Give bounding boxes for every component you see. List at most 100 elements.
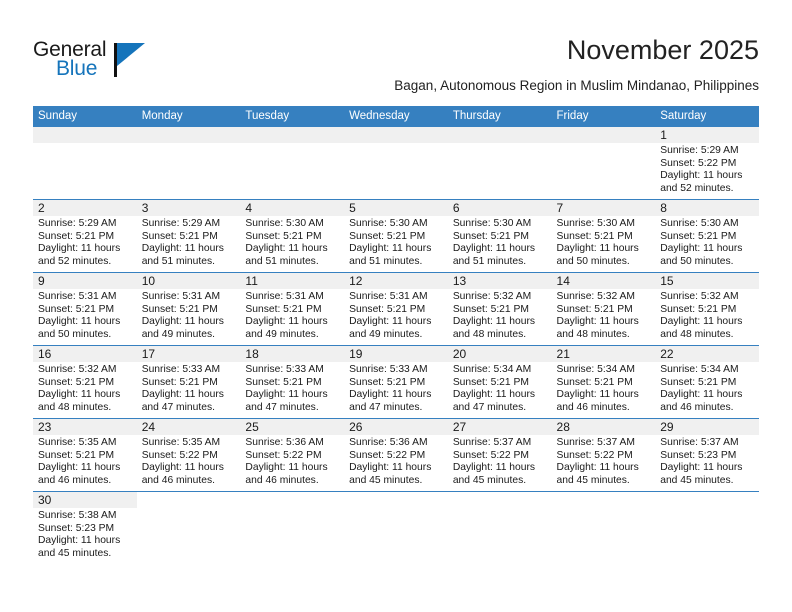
day-number <box>240 492 345 508</box>
calendar-day-cell[interactable]: 10 Sunrise: 5:31 AM Sunset: 5:21 PM Dayligh… <box>136 272 241 346</box>
daylight-text-cont: and 47 minutes. <box>245 401 319 413</box>
calendar-day-cell[interactable]: 3 Sunrise: 5:29 AM Sunset: 5:21 PM Daylight… <box>136 199 241 273</box>
sunrise-text: Sunrise: 5:32 AM <box>38 364 117 375</box>
calendar-day-cell[interactable]: 16 Sunrise: 5:32 AM Sunset: 5:21 PM Dayligh… <box>33 345 137 419</box>
sunrise-text: Sunrise: 5:30 AM <box>660 218 739 229</box>
calendar-day-cell[interactable]: 30 Sunrise: 5:38 AM Sunset: 5:23 PM Dayligh… <box>33 491 137 564</box>
calendar-day-cell[interactable]: 23 Sunrise: 5:35 AM Sunset: 5:21 PM Dayligh… <box>33 418 137 492</box>
sunset-text: Sunset: 5:21 PM <box>141 303 218 315</box>
sunset-text: Sunset: 5:21 PM <box>452 303 529 315</box>
daylight-text-cont: and 48 minutes. <box>556 328 630 340</box>
sunset-text: Sunset: 5:22 PM <box>556 449 633 461</box>
day-sun-info: Sunrise: 5:30 AM Sunset: 5:21 PM Daylight:… <box>344 216 448 268</box>
daylight-text: Daylight: 11 hours <box>141 462 224 474</box>
sunrise-text: Sunrise: 5:31 AM <box>38 291 117 302</box>
calendar-empty-cell <box>447 491 552 564</box>
day-number: 29 <box>655 419 759 435</box>
day-number: 5 <box>344 200 448 216</box>
calendar-empty-cell <box>136 491 241 564</box>
sunset-text: Sunset: 5:21 PM <box>245 376 322 388</box>
calendar-day-cell[interactable]: 29 Sunrise: 5:37 AM Sunset: 5:23 PM Dayligh… <box>655 418 759 492</box>
daylight-text-cont: and 48 minutes. <box>660 328 734 340</box>
sunrise-text: Sunrise: 5:32 AM <box>452 291 532 302</box>
day-sun-info: Sunrise: 5:31 AM Sunset: 5:21 PM Daylight:… <box>137 289 241 341</box>
day-sun-info: Sunrise: 5:30 AM Sunset: 5:21 PM Daylight:… <box>655 216 759 268</box>
day-number: 26 <box>344 419 448 435</box>
calendar-empty-cell <box>240 127 345 200</box>
day-sun-info: Sunrise: 5:30 AM Sunset: 5:21 PM Daylight:… <box>552 216 656 268</box>
day-sun-info: Sunrise: 5:33 AM Sunset: 5:21 PM Daylight:… <box>344 362 448 414</box>
day-sun-info: Sunrise: 5:32 AM Sunset: 5:21 PM Daylight:… <box>33 362 137 414</box>
daylight-text: Daylight: 11 hours <box>349 462 432 474</box>
sunset-text: Sunset: 5:21 PM <box>141 230 218 242</box>
calendar-empty-cell <box>655 491 759 564</box>
calendar-day-cell[interactable]: 21 Sunrise: 5:34 AM Sunset: 5:21 PM Dayligh… <box>551 345 656 419</box>
day-sun-info: Sunrise: 5:34 AM Sunset: 5:21 PM Daylight:… <box>552 362 656 414</box>
calendar-day-cell[interactable]: 24 Sunrise: 5:35 AM Sunset: 5:22 PM Dayligh… <box>136 418 241 492</box>
daylight-text: Daylight: 11 hours <box>141 316 224 328</box>
calendar-day-cell[interactable]: 19 Sunrise: 5:33 AM Sunset: 5:21 PM Dayligh… <box>344 345 448 419</box>
calendar-day-cell[interactable]: 14 Sunrise: 5:32 AM Sunset: 5:21 PM Dayligh… <box>551 272 656 346</box>
sunset-text: Sunset: 5:21 PM <box>38 449 115 461</box>
calendar-day-cell[interactable]: 6 Sunrise: 5:30 AM Sunset: 5:21 PM Daylight… <box>447 199 552 273</box>
sunrise-text: Sunrise: 5:33 AM <box>141 364 221 375</box>
weekday-header-sunday: Sunday <box>33 106 137 127</box>
day-number <box>551 127 656 143</box>
page-subtitle: Bagan, Autonomous Region in Muslim Minda… <box>394 78 759 93</box>
weekday-header-friday: Friday <box>551 106 656 127</box>
sunrise-text: Sunrise: 5:31 AM <box>141 291 221 302</box>
calendar-day-cell[interactable]: 8 Sunrise: 5:30 AM Sunset: 5:21 PM Daylight… <box>655 199 759 273</box>
day-number: 14 <box>551 273 656 289</box>
calendar-empty-cell <box>551 491 656 564</box>
calendar-day-cell[interactable]: 15 Sunrise: 5:32 AM Sunset: 5:21 PM Dayligh… <box>655 272 759 346</box>
calendar-week-row: 16 Sunrise: 5:32 AM Sunset: 5:21 PM Dayligh… <box>33 345 759 419</box>
calendar-day-cell[interactable]: 25 Sunrise: 5:36 AM Sunset: 5:22 PM Dayligh… <box>240 418 345 492</box>
calendar-day-cell[interactable]: 9 Sunrise: 5:31 AM Sunset: 5:21 PM Daylight… <box>33 272 137 346</box>
calendar-empty-cell <box>240 491 345 564</box>
sunrise-text: Sunrise: 5:31 AM <box>245 291 324 302</box>
calendar-day-cell[interactable]: 20 Sunrise: 5:34 AM Sunset: 5:21 PM Dayligh… <box>447 345 552 419</box>
sunset-text: Sunset: 5:21 PM <box>141 376 218 388</box>
daylight-text: Daylight: 11 hours <box>38 316 121 328</box>
calendar-day-cell[interactable]: 7 Sunrise: 5:30 AM Sunset: 5:21 PM Daylight… <box>551 199 656 273</box>
calendar-day-cell[interactable]: 12 Sunrise: 5:31 AM Sunset: 5:21 PM Dayligh… <box>344 272 448 346</box>
calendar-day-cell[interactable]: 1 Sunrise: 5:29 AM Sunset: 5:22 PM Daylight… <box>655 127 759 200</box>
day-number: 12 <box>344 273 448 289</box>
calendar-day-cell[interactable]: 17 Sunrise: 5:33 AM Sunset: 5:21 PM Dayligh… <box>136 345 241 419</box>
sunrise-text: Sunrise: 5:30 AM <box>349 218 428 229</box>
day-number: 6 <box>447 200 552 216</box>
logo-triangle-icon <box>117 43 145 66</box>
daylight-text-cont: and 45 minutes. <box>38 547 112 559</box>
calendar-week-row: 2 Sunrise: 5:29 AM Sunset: 5:21 PM Daylight… <box>33 199 759 273</box>
daylight-text-cont: and 50 minutes. <box>556 255 630 267</box>
calendar-day-cell[interactable]: 2 Sunrise: 5:29 AM Sunset: 5:21 PM Daylight… <box>33 199 137 273</box>
daylight-text-cont: and 52 minutes. <box>660 182 734 194</box>
calendar-day-cell[interactable]: 4 Sunrise: 5:30 AM Sunset: 5:21 PM Daylight… <box>240 199 345 273</box>
sunset-text: Sunset: 5:21 PM <box>660 376 737 388</box>
daylight-text: Daylight: 11 hours <box>556 243 639 255</box>
daylight-text-cont: and 45 minutes. <box>660 474 734 486</box>
calendar-day-cell[interactable]: 27 Sunrise: 5:37 AM Sunset: 5:22 PM Dayligh… <box>447 418 552 492</box>
calendar-day-cell[interactable]: 26 Sunrise: 5:36 AM Sunset: 5:22 PM Dayligh… <box>344 418 448 492</box>
day-sun-info: Sunrise: 5:37 AM Sunset: 5:22 PM Daylight:… <box>448 435 552 487</box>
sunset-text: Sunset: 5:21 PM <box>38 376 115 388</box>
calendar-day-cell[interactable]: 22 Sunrise: 5:34 AM Sunset: 5:21 PM Dayligh… <box>655 345 759 419</box>
sunset-text: Sunset: 5:21 PM <box>556 376 633 388</box>
calendar-day-cell[interactable]: 11 Sunrise: 5:31 AM Sunset: 5:21 PM Dayligh… <box>240 272 345 346</box>
daylight-text-cont: and 50 minutes. <box>38 328 112 340</box>
day-sun-info: Sunrise: 5:29 AM Sunset: 5:21 PM Daylight:… <box>33 216 137 268</box>
sunrise-text: Sunrise: 5:32 AM <box>660 291 739 302</box>
calendar-day-cell[interactable]: 13 Sunrise: 5:32 AM Sunset: 5:21 PM Dayligh… <box>447 272 552 346</box>
calendar-day-cell[interactable]: 5 Sunrise: 5:30 AM Sunset: 5:21 PM Daylight… <box>344 199 448 273</box>
daylight-text: Daylight: 11 hours <box>349 316 432 328</box>
day-number: 7 <box>551 200 656 216</box>
daylight-text: Daylight: 11 hours <box>452 462 536 474</box>
sunset-text: Sunset: 5:21 PM <box>556 303 633 315</box>
daylight-text-cont: and 51 minutes. <box>452 255 527 267</box>
calendar-empty-cell <box>33 127 137 200</box>
calendar-day-cell[interactable]: 18 Sunrise: 5:33 AM Sunset: 5:21 PM Dayligh… <box>240 345 345 419</box>
daylight-text-cont: and 52 minutes. <box>38 255 112 267</box>
calendar-day-cell[interactable]: 28 Sunrise: 5:37 AM Sunset: 5:22 PM Dayligh… <box>551 418 656 492</box>
sunrise-text: Sunrise: 5:34 AM <box>556 364 635 375</box>
daylight-text: Daylight: 11 hours <box>452 389 536 401</box>
